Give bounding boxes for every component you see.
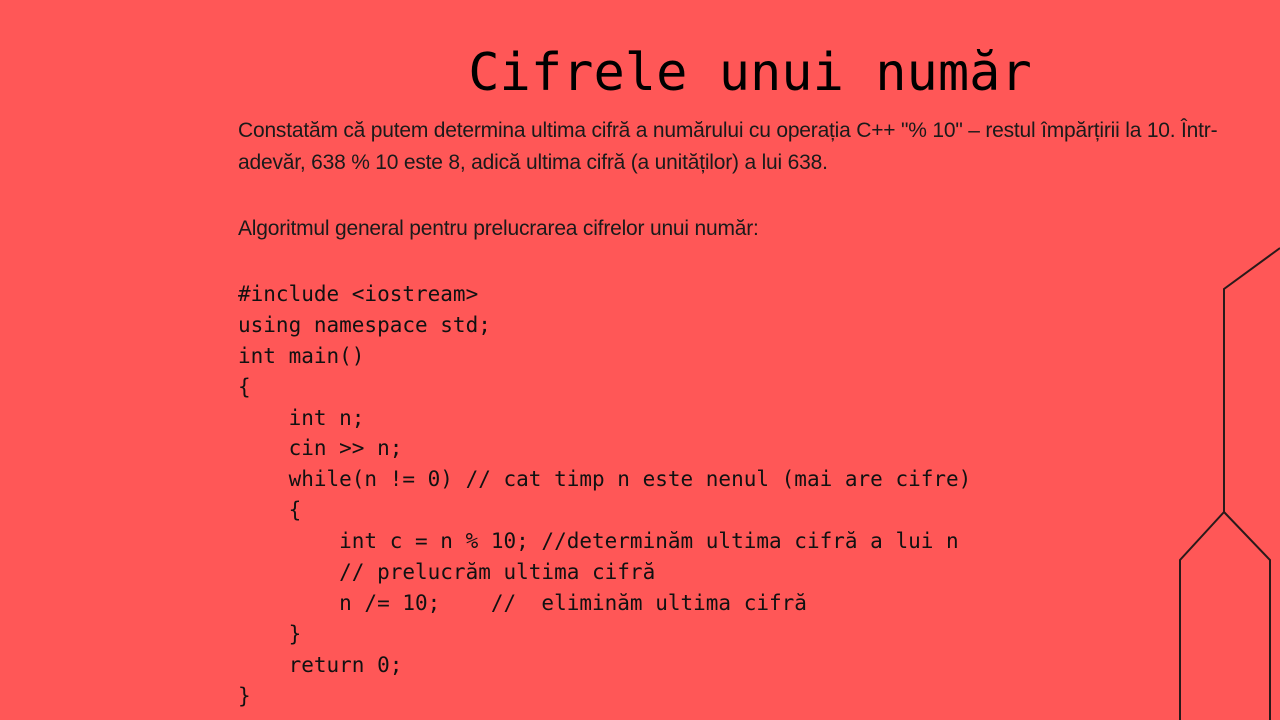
code-line: #include <iostream> xyxy=(238,282,479,306)
code-line: int main() xyxy=(238,343,365,368)
code-line: return 0; xyxy=(238,652,403,677)
code-line: { xyxy=(238,374,251,399)
code-line: int n; xyxy=(238,405,365,430)
code-line: while(n != 0) // cat timp n este nenul (… xyxy=(238,467,972,492)
code-line: } xyxy=(238,621,302,646)
code-line: int c = n % 10; //determinăm ultima cifr… xyxy=(238,529,959,554)
code-block: #include <iostream> using namespace std; i… xyxy=(238,279,971,711)
code-line: using namespace std; xyxy=(238,312,491,337)
code-line: // prelucrăm ultima cifră xyxy=(238,560,656,585)
code-line: } xyxy=(238,683,251,708)
algorithm-heading-paragraph: Algoritmul general pentru prelucrarea ci… xyxy=(238,217,759,240)
slide: Cifrele unui număr Constatăm că putem de… xyxy=(0,0,1280,720)
decorative-outline-inner xyxy=(1223,511,1271,720)
slide-title: Cifrele unui număr xyxy=(468,43,1032,103)
intro-paragraph: Constatăm că putem determina ultima cifr… xyxy=(238,119,1218,174)
decorative-outline-outer xyxy=(1179,247,1280,720)
code-line: cin >> n; xyxy=(238,436,403,461)
code-line: n /= 10; // eliminăm ultima cifră xyxy=(238,590,807,615)
code-line: { xyxy=(238,498,302,523)
